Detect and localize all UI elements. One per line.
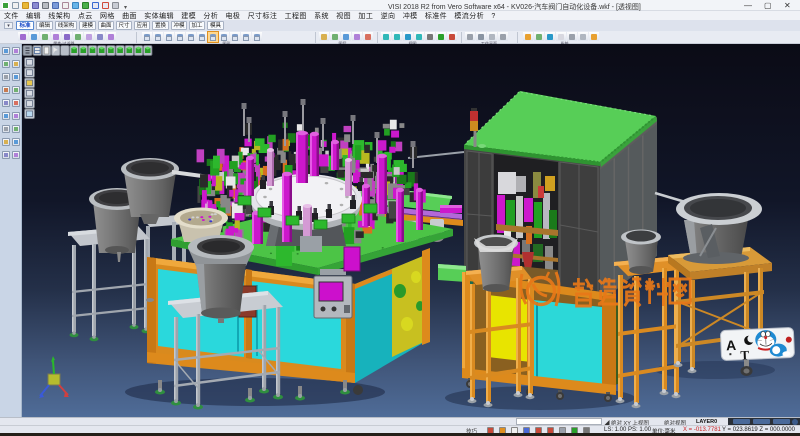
svg-text:T: T [740, 347, 750, 362]
svg-text:A: A [726, 337, 737, 353]
